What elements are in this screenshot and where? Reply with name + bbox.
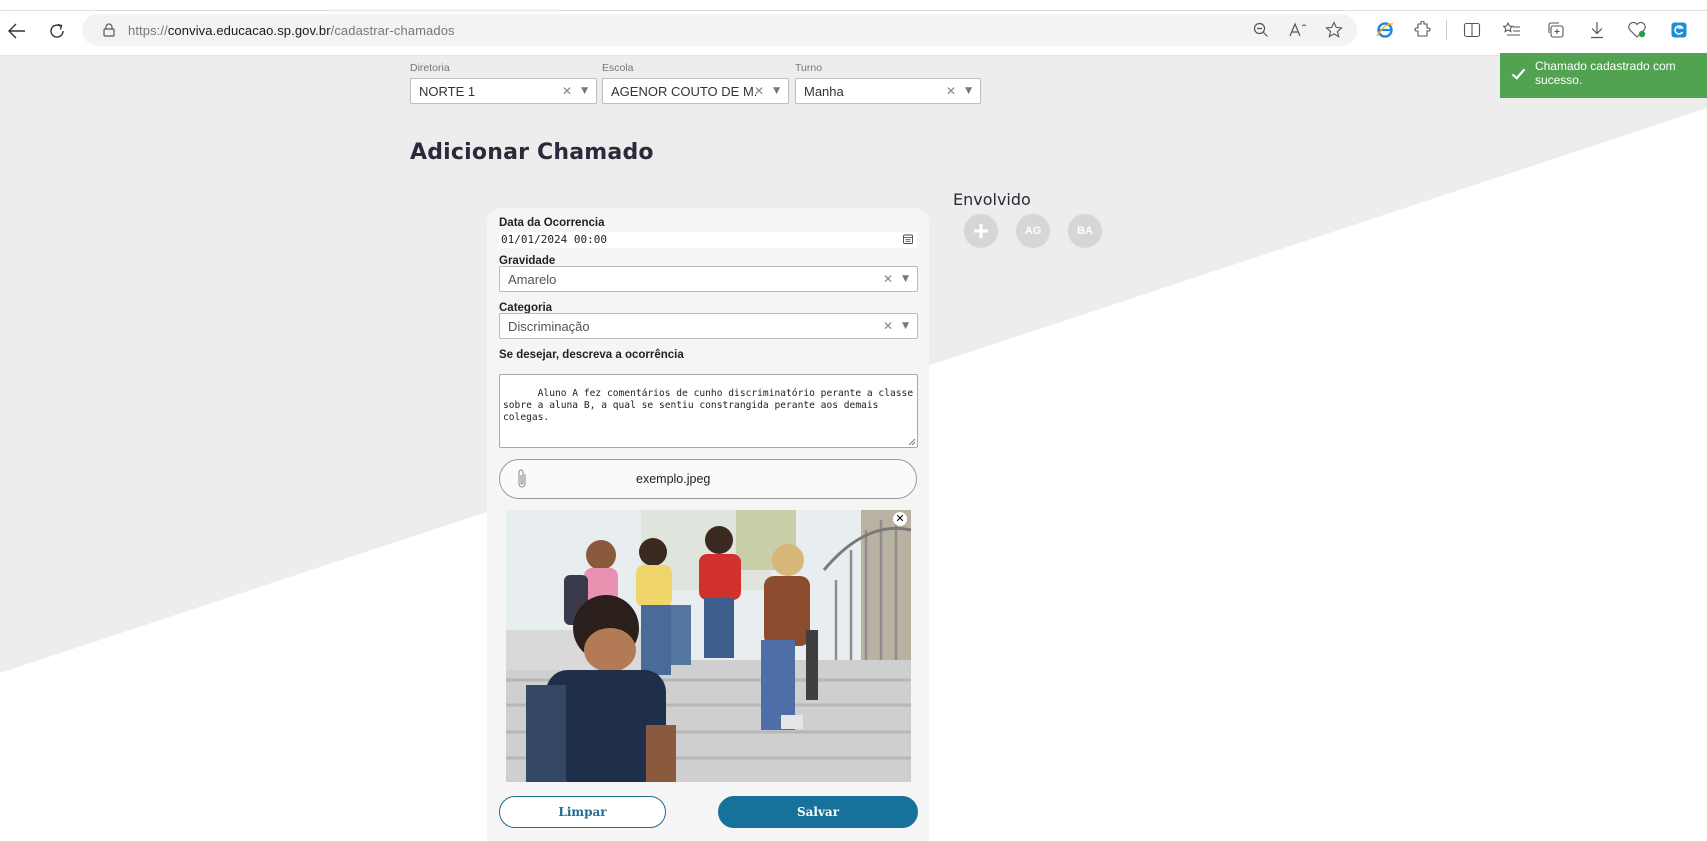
- zoom-out-icon[interactable]: [1249, 18, 1273, 42]
- escola-select[interactable]: AGENOR COUTO DE M... ✕ ▼: [602, 78, 789, 104]
- checkmark-icon: [1511, 68, 1526, 80]
- select-value: Amarelo: [508, 272, 557, 287]
- date-label: Data da Ocorrencia: [499, 217, 605, 229]
- chevron-down-icon[interactable]: ▼: [902, 321, 909, 331]
- filter-turno: Turno Manha ✕ ▼: [795, 62, 981, 104]
- internet-explorer-icon[interactable]: [1373, 18, 1397, 42]
- descricao-textarea[interactable]: Aluno A fez comentários de cunho discrim…: [499, 374, 918, 448]
- clear-icon[interactable]: ✕: [562, 84, 572, 98]
- extensions-icon[interactable]: [1410, 18, 1434, 42]
- filter-label: Diretoria: [410, 62, 450, 74]
- gravidade-select[interactable]: Amarelo ✕ ▼: [499, 266, 918, 292]
- attached-photo: ✕: [506, 510, 911, 782]
- lock-icon[interactable]: [100, 21, 118, 39]
- resize-grip-icon[interactable]: [908, 438, 916, 446]
- envolvido-title: Envolvido: [953, 190, 1031, 209]
- page-content: Diretoria NORTE 1 ✕ ▼ Escola AGENOR COUT…: [0, 56, 1707, 841]
- chevron-down-icon[interactable]: ▼: [581, 86, 588, 96]
- file-attachment[interactable]: exemplo.jpeg: [499, 459, 917, 499]
- url-path: /cadastrar-chamados: [330, 22, 455, 38]
- clear-icon[interactable]: ✕: [883, 319, 893, 333]
- toast-message: Chamado cadastrado com sucesso.: [1534, 59, 1676, 87]
- descricao-label: Se desejar, descreva a ocorrência: [499, 349, 684, 361]
- paperclip-icon: [518, 469, 526, 488]
- turno-select[interactable]: Manha ✕ ▼: [795, 78, 981, 104]
- favorite-star-icon[interactable]: [1322, 18, 1346, 42]
- categoria-select[interactable]: Discriminação ✕ ▼: [499, 313, 918, 339]
- salvar-button[interactable]: Salvar: [718, 796, 918, 828]
- remove-photo-button[interactable]: ✕: [893, 512, 907, 526]
- chevron-down-icon[interactable]: ▼: [773, 86, 780, 96]
- read-aloud-icon[interactable]: [1286, 18, 1310, 42]
- chamado-form-card: Data da Ocorrencia 01/01/2024 00:00 Grav…: [487, 208, 929, 841]
- favorites-list-icon[interactable]: [1500, 18, 1524, 42]
- date-value: 01/01/2024 00:00: [501, 233, 607, 246]
- descricao-text: Aluno A fez comentários de cunho discrim…: [503, 388, 914, 423]
- address-bar[interactable]: https://conviva.educacao.sp.gov.br/cadas…: [82, 14, 1357, 46]
- page-title: Adicionar Chamado: [410, 140, 654, 165]
- filter-diretoria: Diretoria NORTE 1 ✕ ▼: [410, 62, 597, 104]
- calendar-icon[interactable]: [903, 234, 913, 244]
- filter-label: Turno: [795, 62, 823, 74]
- url-text[interactable]: https://conviva.educacao.sp.gov.br/cadas…: [128, 23, 455, 38]
- active-tab-indicator[interactable]: [330, 9, 555, 12]
- split-screen-icon[interactable]: [1460, 18, 1484, 42]
- photo-illustration: [506, 510, 911, 782]
- browser-toolbar: https://conviva.educacao.sp.gov.br/cadas…: [0, 0, 1707, 56]
- chevron-down-icon[interactable]: ▼: [965, 86, 972, 96]
- browser-essentials-icon[interactable]: [1625, 18, 1649, 42]
- clear-icon[interactable]: ✕: [883, 272, 893, 286]
- avatar[interactable]: BA: [1066, 212, 1104, 250]
- url-host: conviva.educacao.sp.gov.br: [167, 22, 331, 38]
- filter-escola: Escola AGENOR COUTO DE M... ✕ ▼: [602, 62, 789, 104]
- date-input[interactable]: 01/01/2024 00:00: [499, 232, 917, 248]
- limpar-button[interactable]: Limpar: [499, 796, 666, 828]
- filter-label: Escola: [602, 62, 634, 74]
- avatar[interactable]: AG: [1014, 212, 1052, 250]
- chevron-down-icon[interactable]: ▼: [902, 274, 909, 284]
- plus-icon: [974, 224, 988, 238]
- refresh-icon[interactable]: [44, 18, 70, 44]
- collections-icon[interactable]: [1544, 18, 1568, 42]
- success-toast[interactable]: Chamado cadastrado com sucesso.: [1500, 53, 1707, 98]
- select-value: AGENOR COUTO DE M...: [611, 83, 757, 99]
- clear-icon[interactable]: ✕: [754, 84, 764, 98]
- select-value: Discriminação: [508, 319, 590, 334]
- select-value: NORTE 1: [419, 83, 476, 99]
- select-value: Manha: [804, 83, 844, 99]
- add-envolvido-button[interactable]: [962, 212, 1000, 250]
- back-icon[interactable]: [4, 18, 30, 44]
- downloads-icon[interactable]: [1585, 18, 1609, 42]
- file-name: exemplo.jpeg: [636, 472, 711, 486]
- edge-copilot-icon[interactable]: [1667, 18, 1691, 42]
- tabstrip-divider: [0, 10, 1707, 11]
- diretoria-select[interactable]: NORTE 1 ✕ ▼: [410, 78, 597, 104]
- url-scheme: https://: [128, 22, 168, 38]
- clear-icon[interactable]: ✕: [946, 84, 956, 98]
- toolbar-separator: [1446, 20, 1447, 40]
